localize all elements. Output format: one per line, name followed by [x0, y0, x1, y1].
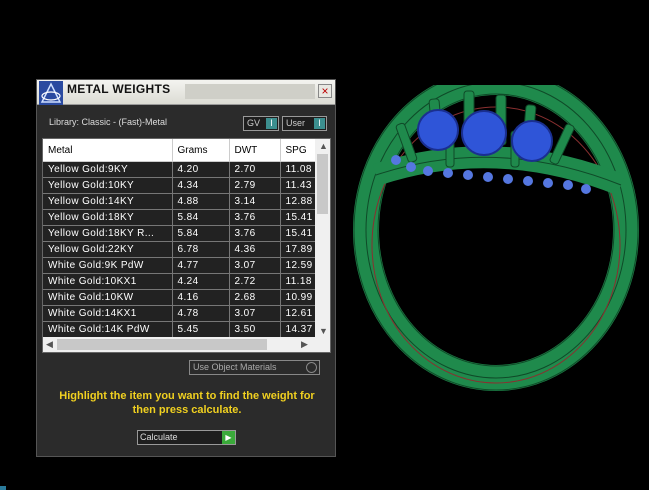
cell-metal[interactable]: Yellow Gold:10KY [43, 177, 173, 194]
cell-grams[interactable]: 5.45 [172, 321, 230, 338]
matrix-logo-icon [39, 81, 63, 105]
cell-grams[interactable]: 5.84 [172, 209, 230, 226]
cell-metal[interactable]: White Gold:10KX1 [43, 273, 173, 290]
cell-spg[interactable]: 17.89 [280, 241, 316, 258]
ring-model [353, 85, 639, 391]
cell-metal[interactable]: White Gold:9K PdW [43, 257, 173, 274]
vertical-scrollbar[interactable]: ▲ ▼ [315, 139, 330, 338]
play-icon[interactable]: ▶ [222, 431, 235, 444]
table-row[interactable]: White Gold:14KX1 4.78 3.07 12.61 [43, 305, 316, 322]
cell-grams[interactable]: 4.34 [172, 177, 230, 194]
radio-icon[interactable] [306, 362, 317, 373]
corner-marker [0, 486, 6, 490]
vertical-scroll-thumb[interactable] [317, 154, 328, 214]
cell-metal[interactable]: White Gold:10KW [43, 289, 173, 306]
cell-dwt[interactable]: 3.14 [229, 193, 281, 210]
cell-dwt[interactable]: 3.76 [229, 209, 281, 226]
table-row[interactable]: White Gold:14K PdW 5.45 3.50 14.37 [43, 321, 316, 338]
cell-spg[interactable]: 10.99 [280, 289, 316, 306]
metal-table-container: Metal Grams DWT SPG Yellow Gold:9KY 4.20 2… [42, 138, 331, 353]
scroll-down-icon[interactable]: ▼ [319, 326, 328, 336]
cell-spg[interactable]: 15.41 [280, 209, 316, 226]
metal-table: Metal Grams DWT SPG Yellow Gold:9KY 4.20 2… [43, 139, 316, 338]
calculate-button[interactable]: Calculate ▶ [137, 430, 236, 445]
cell-spg[interactable]: 12.61 [280, 305, 316, 322]
panel-title: METAL WEIGHTS [67, 82, 171, 96]
horizontal-scrollbar[interactable]: ◀ ▶ [43, 337, 330, 352]
table-row[interactable]: Yellow Gold:18KY R... 5.84 3.76 15.41 [43, 225, 316, 242]
column-header-metal[interactable]: Metal [43, 139, 173, 162]
cell-grams[interactable]: 4.88 [172, 193, 230, 210]
horizontal-scroll-thumb[interactable] [57, 339, 267, 350]
use-object-materials-label: Use Object Materials [193, 362, 277, 372]
gv-toggle[interactable]: GV I [243, 116, 279, 131]
cell-metal[interactable]: White Gold:14KX1 [43, 305, 173, 322]
panel-titlebar[interactable]: METAL WEIGHTS × [37, 80, 335, 105]
ring-3d-viewport[interactable] [336, 85, 649, 405]
table-row[interactable]: White Gold:10KX1 4.24 2.72 11.18 [43, 273, 316, 290]
user-toggle-label: User [286, 118, 306, 128]
cell-dwt[interactable]: 3.07 [229, 305, 281, 322]
table-row[interactable]: Yellow Gold:10KY 4.34 2.79 11.43 [43, 177, 316, 194]
gv-toggle-label: GV [247, 118, 261, 128]
cell-dwt[interactable]: 2.68 [229, 289, 281, 306]
cell-grams[interactable]: 4.24 [172, 273, 230, 290]
metal-weights-panel: METAL WEIGHTS × Library: Classic - (Fast… [36, 79, 336, 457]
cell-dwt[interactable]: 4.36 [229, 241, 281, 258]
table-row[interactable]: Yellow Gold:9KY 4.20 2.70 11.08 [43, 161, 316, 178]
titlebar-fill [185, 84, 315, 99]
column-header-spg[interactable]: SPG [280, 139, 316, 162]
cell-metal[interactable]: Yellow Gold:18KY [43, 209, 173, 226]
close-icon[interactable]: × [318, 84, 332, 98]
cell-spg[interactable]: 11.18 [280, 273, 316, 290]
cell-grams[interactable]: 4.16 [172, 289, 230, 306]
cell-dwt[interactable]: 2.79 [229, 177, 281, 194]
gv-toggle-knob: I [266, 118, 277, 129]
table-row[interactable]: White Gold:9K PdW 4.77 3.07 12.59 [43, 257, 316, 274]
cell-spg[interactable]: 11.08 [280, 161, 316, 178]
table-row[interactable]: White Gold:10KW 4.16 2.68 10.99 [43, 289, 316, 306]
scroll-up-icon[interactable]: ▲ [319, 141, 328, 151]
cell-dwt[interactable]: 2.72 [229, 273, 281, 290]
use-object-materials-option[interactable]: Use Object Materials [189, 360, 320, 375]
scroll-left-icon[interactable]: ◀ [46, 339, 53, 350]
cell-grams[interactable]: 4.78 [172, 305, 230, 322]
cell-dwt[interactable]: 3.50 [229, 321, 281, 338]
cell-grams[interactable]: 5.84 [172, 225, 230, 242]
scroll-right-icon[interactable]: ▶ [301, 339, 308, 350]
cell-spg[interactable]: 14.37 [280, 321, 316, 338]
cell-spg[interactable]: 12.59 [280, 257, 316, 274]
cell-grams[interactable]: 4.20 [172, 161, 230, 178]
cell-dwt[interactable]: 2.70 [229, 161, 281, 178]
cell-spg[interactable]: 12.88 [280, 193, 316, 210]
table-row[interactable]: Yellow Gold:18KY 5.84 3.76 15.41 [43, 209, 316, 226]
cell-metal[interactable]: Yellow Gold:22KY [43, 241, 173, 258]
user-toggle[interactable]: User I [282, 116, 327, 131]
cell-metal[interactable]: Yellow Gold:18KY R... [43, 225, 173, 242]
library-label: Library: Classic - (Fast)-Metal [49, 117, 168, 127]
cell-metal[interactable]: Yellow Gold:14KY [43, 193, 173, 210]
cell-metal[interactable]: Yellow Gold:9KY [43, 161, 173, 178]
cell-dwt[interactable]: 3.76 [229, 225, 281, 242]
table-row[interactable]: Yellow Gold:22KY 6.78 4.36 17.89 [43, 241, 316, 258]
cell-spg[interactable]: 11.43 [280, 177, 316, 194]
column-header-grams[interactable]: Grams [172, 139, 230, 162]
instruction-text: Highlight the item you want to find the … [59, 390, 315, 416]
user-toggle-knob: I [314, 118, 325, 129]
calculate-label: Calculate [140, 432, 178, 442]
cell-grams[interactable]: 6.78 [172, 241, 230, 258]
cell-spg[interactable]: 15.41 [280, 225, 316, 242]
cell-grams[interactable]: 4.77 [172, 257, 230, 274]
table-row[interactable]: Yellow Gold:14KY 4.88 3.14 12.88 [43, 193, 316, 210]
column-header-dwt[interactable]: DWT [229, 139, 281, 162]
table-header-row: Metal Grams DWT SPG [43, 139, 316, 162]
cell-metal[interactable]: White Gold:14K PdW [43, 321, 173, 338]
cell-dwt[interactable]: 3.07 [229, 257, 281, 274]
